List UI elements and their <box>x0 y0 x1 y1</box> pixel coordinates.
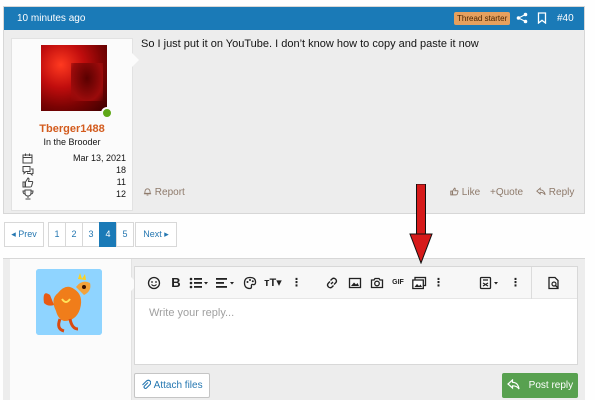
reply-link[interactable]: Reply <box>536 187 574 198</box>
alert-icon <box>143 188 152 196</box>
stat-value: Mar 13, 2021 <box>72 153 126 163</box>
smile-icon[interactable] <box>147 276 161 290</box>
image-icon[interactable] <box>348 276 362 290</box>
media-gallery-icon[interactable] <box>412 276 427 290</box>
page-1-button[interactable]: 1 <box>48 222 66 247</box>
stat-joined: Mar 13, 2021 <box>22 153 126 165</box>
messages-icon <box>22 166 34 176</box>
more-icon[interactable]: ⋮ <box>291 276 302 290</box>
text-size-icon[interactable]: тT▾ <box>262 276 284 290</box>
reply-arrow-icon <box>506 378 520 390</box>
page-5-button[interactable]: 5 <box>116 222 134 247</box>
template-icon[interactable] <box>479 276 501 290</box>
bookmark-icon[interactable] <box>537 12 547 24</box>
like-link[interactable]: Like <box>450 187 480 198</box>
reply-editor: B тT▾ ⋮ GIF ⋮ ⋮ Write your reply... <box>134 266 578 365</box>
stat-value: 12 <box>115 189 126 199</box>
post-reply-label: Post reply <box>528 380 574 391</box>
reply-label: Reply <box>548 187 575 198</box>
next-page-button[interactable]: Next ▸ <box>135 222 177 247</box>
reactions-icon <box>22 177 34 188</box>
user-card: Tberger1488 In the Brooder Mar 13, 2021 … <box>11 38 139 211</box>
editor-toolbar: B тT▾ ⋮ GIF ⋮ ⋮ <box>135 267 577 299</box>
post-content: So I just put it on YouTube. I don’t kno… <box>141 38 479 50</box>
post-number[interactable]: #40 <box>557 13 574 24</box>
toolbar-divider <box>531 267 532 299</box>
preview-icon[interactable] <box>547 276 561 290</box>
calendar-icon <box>22 153 33 164</box>
reply-input[interactable]: Write your reply... <box>149 307 234 319</box>
prev-page-button[interactable]: ◂ Prev <box>4 222 44 247</box>
like-label: Like <box>461 187 481 198</box>
stat-messages: 18 <box>22 165 126 177</box>
reply-icon <box>536 187 546 196</box>
gif-icon[interactable]: GIF <box>391 276 405 290</box>
report-link[interactable]: Report <box>143 187 185 198</box>
link-icon[interactable] <box>325 276 339 290</box>
username[interactable]: Tberger1488 <box>12 123 132 135</box>
post-message: 10 minutes ago Thread starter #40 Tberge… <box>3 6 585 214</box>
thumbs-up-icon <box>450 187 459 196</box>
align-icon[interactable] <box>215 276 235 290</box>
post-reply-button[interactable]: Post reply <box>502 373 578 398</box>
quote-label: +Quote <box>490 187 524 198</box>
stat-value: 18 <box>115 165 126 175</box>
thread-starter-badge: Thread starter <box>454 12 511 25</box>
page-4-button[interactable]: 4 <box>99 222 117 247</box>
avatar[interactable] <box>41 45 107 111</box>
more-icon[interactable]: ⋮ <box>433 276 444 290</box>
trophy-icon <box>22 189 34 200</box>
camera-icon[interactable] <box>370 276 384 290</box>
quote-link[interactable]: +Quote <box>490 187 523 198</box>
palette-icon[interactable] <box>243 276 257 290</box>
stat-value: 11 <box>116 177 126 187</box>
bold-icon[interactable]: B <box>170 276 182 290</box>
reply-user-card <box>10 259 138 400</box>
share-icon[interactable] <box>516 12 528 24</box>
attach-files-label: Attach files <box>153 380 203 391</box>
post-timestamp[interactable]: 10 minutes ago <box>17 13 85 24</box>
annotation-arrow-icon <box>409 184 433 264</box>
post-header: 10 minutes ago Thread starter #40 <box>4 7 584 30</box>
page-3-button[interactable]: 3 <box>82 222 100 247</box>
user-title: In the Brooder <box>43 137 101 147</box>
more-icon[interactable]: ⋮ <box>510 276 521 290</box>
attach-files-button[interactable]: Attach files <box>134 373 210 398</box>
report-label: Report <box>154 187 185 198</box>
page-2-button[interactable]: 2 <box>65 222 83 247</box>
list-icon[interactable] <box>189 276 209 290</box>
paperclip-icon <box>142 379 152 390</box>
online-status-icon <box>101 107 113 119</box>
stat-reactions: 11 <box>22 177 126 189</box>
stat-trophies: 12 <box>22 189 126 201</box>
reply-avatar[interactable] <box>36 269 102 335</box>
